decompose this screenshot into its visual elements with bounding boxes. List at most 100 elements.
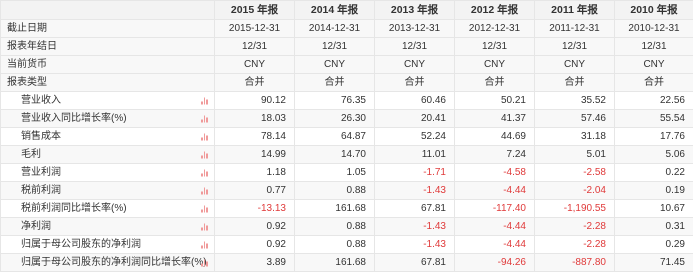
row-label: 归属于母公司股东的净利润同比增长率(%) (21, 257, 207, 268)
data-value: 1.05 (294, 163, 375, 182)
column-header[interactable]: 2013 年报 (374, 0, 455, 20)
data-value: 0.19 (614, 181, 693, 200)
meta-value: 合并 (214, 73, 295, 92)
data-value: 0.77 (214, 181, 295, 200)
bar-chart-icon[interactable] (201, 259, 208, 266)
row-label: 毛利 (21, 149, 41, 160)
meta-value: CNY (374, 55, 455, 74)
table-row: 归属于母公司股东的净利润同比增长率(%) 3.89 161.68 67.81 -94.2… (0, 253, 693, 272)
row-label-cell: 销售成本 (0, 127, 215, 146)
data-value: 0.88 (294, 217, 375, 236)
data-value: 161.68 (294, 199, 375, 218)
data-value: -1.71 (374, 163, 455, 182)
data-value: 14.70 (294, 145, 375, 164)
data-value: 161.68 (294, 253, 375, 272)
meta-value: CNY (454, 55, 535, 74)
data-value: -117.40 (454, 199, 535, 218)
column-header[interactable]: 2011 年报 (534, 0, 615, 20)
meta-value: 2011-12-31 (534, 19, 615, 38)
data-value: 78.14 (214, 127, 295, 146)
row-label-cell: 毛利 (0, 145, 215, 164)
data-value: -94.26 (454, 253, 535, 272)
data-value: 76.35 (294, 91, 375, 110)
data-value: -2.28 (534, 235, 615, 254)
bar-chart-icon[interactable] (201, 187, 208, 194)
data-value: 18.03 (214, 109, 295, 128)
data-value: 26.30 (294, 109, 375, 128)
data-value: 55.54 (614, 109, 693, 128)
data-value: 5.06 (614, 145, 693, 164)
meta-row: 截止日期 2015-12-31 2014-12-31 2013-12-31 2012-1… (0, 19, 693, 38)
column-header[interactable]: 2015 年报 (214, 0, 295, 20)
bar-chart-icon[interactable] (201, 133, 208, 140)
meta-value: 12/31 (534, 37, 615, 56)
data-value: 11.01 (374, 145, 455, 164)
data-value: 44.69 (454, 127, 535, 146)
bar-chart-icon[interactable] (201, 169, 208, 176)
bar-chart-icon[interactable] (201, 223, 208, 230)
data-value: 0.31 (614, 217, 693, 236)
data-value: 52.24 (374, 127, 455, 146)
column-header[interactable]: 2012 年报 (454, 0, 535, 20)
bar-chart-icon[interactable] (201, 97, 208, 104)
row-label-cell: 归属于母公司股东的净利润同比增长率(%) (0, 253, 215, 272)
data-value: -2.04 (534, 181, 615, 200)
data-value: 50.21 (454, 91, 535, 110)
row-label-cell: 营业收入同比增长率(%) (0, 109, 215, 128)
bar-chart-icon[interactable] (201, 205, 208, 212)
data-value: 0.22 (614, 163, 693, 182)
column-header[interactable]: 2014 年报 (294, 0, 375, 20)
meta-value: CNY (294, 55, 375, 74)
data-value: 35.52 (534, 91, 615, 110)
table-row: 税前利润 0.77 0.88 -1.43 -4.44 -2.04 0.19 (0, 181, 693, 200)
data-value: 5.01 (534, 145, 615, 164)
meta-value: 12/31 (214, 37, 295, 56)
data-value: 67.81 (374, 199, 455, 218)
row-label-cell: 税前利润 (0, 181, 215, 200)
header-corner (0, 0, 215, 20)
table-row: 净利润 0.92 0.88 -1.43 -4.44 -2.28 0.31 (0, 217, 693, 236)
table-row: 归属于母公司股东的净利润 0.92 0.88 -1.43 -4.44 -2.28 0.29 (0, 235, 693, 254)
bar-chart-icon[interactable] (201, 151, 208, 158)
bar-chart-icon[interactable] (201, 241, 208, 248)
meta-value: CNY (214, 55, 295, 74)
row-label: 当前货币 (0, 55, 215, 74)
table-row: 营业收入同比增长率(%) 18.03 26.30 20.41 41.37 57.46 55.… (0, 109, 693, 128)
meta-value: CNY (534, 55, 615, 74)
row-label: 截止日期 (0, 19, 215, 38)
data-value: 7.24 (454, 145, 535, 164)
data-value: 60.46 (374, 91, 455, 110)
data-value: 14.99 (214, 145, 295, 164)
meta-row: 报表类型 合并 合并 合并 合并 合并 合并 (0, 73, 693, 92)
meta-value: 合并 (294, 73, 375, 92)
meta-value: 2010-12-31 (614, 19, 693, 38)
row-label-cell: 归属于母公司股东的净利润 (0, 235, 215, 254)
data-value: 71.45 (614, 253, 693, 272)
header-row: 2015 年报 2014 年报 2013 年报 2012 年报 2011 年报 … (0, 0, 693, 20)
bar-chart-icon[interactable] (201, 115, 208, 122)
row-label-cell: 净利润 (0, 217, 215, 236)
row-label: 税前利润同比增长率(%) (21, 203, 127, 214)
table-row: 营业利润 1.18 1.05 -1.71 -4.58 -2.58 0.22 (0, 163, 693, 182)
data-value: -13.13 (214, 199, 295, 218)
meta-value: 2015-12-31 (214, 19, 295, 38)
row-label-cell: 税前利润同比增长率(%) (0, 199, 215, 218)
meta-value: 合并 (454, 73, 535, 92)
table-row: 税前利润同比增长率(%) -13.13 161.68 67.81 -117.40 -1,1… (0, 199, 693, 218)
data-value: -1.43 (374, 217, 455, 236)
data-value: -4.58 (454, 163, 535, 182)
data-value: -4.44 (454, 181, 535, 200)
row-label: 营业收入 (21, 95, 61, 106)
meta-value: 12/31 (454, 37, 535, 56)
data-value: -4.44 (454, 235, 535, 254)
data-value: 31.18 (534, 127, 615, 146)
meta-row: 当前货币 CNY CNY CNY CNY CNY CNY (0, 55, 693, 74)
data-value: 0.29 (614, 235, 693, 254)
row-label-cell: 营业利润 (0, 163, 215, 182)
table-row: 营业收入 90.12 76.35 60.46 50.21 35.52 22.56 (0, 91, 693, 110)
meta-value: 合并 (614, 73, 693, 92)
row-label: 净利润 (21, 221, 51, 232)
row-label: 税前利润 (21, 185, 61, 196)
row-label: 报表类型 (0, 73, 215, 92)
column-header[interactable]: 2010 年报 (614, 0, 693, 20)
